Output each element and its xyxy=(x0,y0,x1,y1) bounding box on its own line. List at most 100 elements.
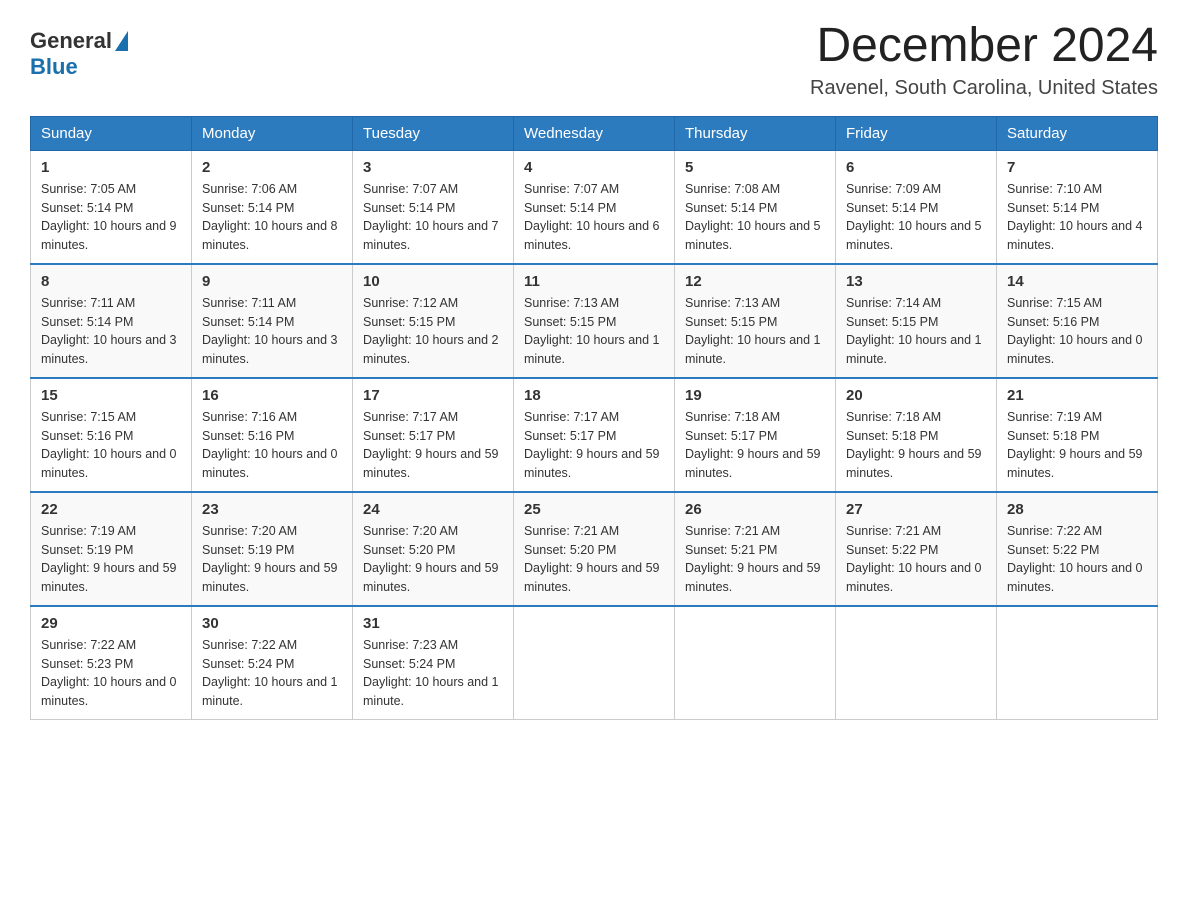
table-row: 22 Sunrise: 7:19 AMSunset: 5:19 PMDaylig… xyxy=(31,492,192,606)
day-number: 31 xyxy=(363,615,503,632)
day-number: 8 xyxy=(41,273,181,290)
day-number: 18 xyxy=(524,387,664,404)
day-number: 22 xyxy=(41,501,181,518)
table-row: 18 Sunrise: 7:17 AMSunset: 5:17 PMDaylig… xyxy=(514,378,675,492)
day-info: Sunrise: 7:07 AMSunset: 5:14 PMDaylight:… xyxy=(524,182,660,252)
day-number: 26 xyxy=(685,501,825,518)
day-info: Sunrise: 7:05 AMSunset: 5:14 PMDaylight:… xyxy=(41,182,177,252)
table-row: 17 Sunrise: 7:17 AMSunset: 5:17 PMDaylig… xyxy=(353,378,514,492)
page-header: General Blue December 2024 Ravenel, Sout… xyxy=(30,20,1158,100)
col-saturday: Saturday xyxy=(997,116,1158,150)
table-row: 23 Sunrise: 7:20 AMSunset: 5:19 PMDaylig… xyxy=(192,492,353,606)
day-info: Sunrise: 7:18 AMSunset: 5:18 PMDaylight:… xyxy=(846,410,982,480)
table-row: 30 Sunrise: 7:22 AMSunset: 5:24 PMDaylig… xyxy=(192,606,353,720)
day-info: Sunrise: 7:22 AMSunset: 5:22 PMDaylight:… xyxy=(1007,524,1143,594)
day-number: 9 xyxy=(202,273,342,290)
day-info: Sunrise: 7:18 AMSunset: 5:17 PMDaylight:… xyxy=(685,410,821,480)
table-row: 12 Sunrise: 7:13 AMSunset: 5:15 PMDaylig… xyxy=(675,264,836,378)
day-info: Sunrise: 7:21 AMSunset: 5:21 PMDaylight:… xyxy=(685,524,821,594)
day-number: 11 xyxy=(524,273,664,290)
table-row: 31 Sunrise: 7:23 AMSunset: 5:24 PMDaylig… xyxy=(353,606,514,720)
day-number: 17 xyxy=(363,387,503,404)
table-row: 21 Sunrise: 7:19 AMSunset: 5:18 PMDaylig… xyxy=(997,378,1158,492)
table-row: 1 Sunrise: 7:05 AMSunset: 5:14 PMDayligh… xyxy=(31,150,192,264)
day-info: Sunrise: 7:17 AMSunset: 5:17 PMDaylight:… xyxy=(363,410,499,480)
day-info: Sunrise: 7:21 AMSunset: 5:20 PMDaylight:… xyxy=(524,524,660,594)
table-row: 29 Sunrise: 7:22 AMSunset: 5:23 PMDaylig… xyxy=(31,606,192,720)
day-number: 14 xyxy=(1007,273,1147,290)
day-info: Sunrise: 7:11 AMSunset: 5:14 PMDaylight:… xyxy=(202,296,338,366)
location-subtitle: Ravenel, South Carolina, United States xyxy=(810,77,1158,100)
col-monday: Monday xyxy=(192,116,353,150)
day-number: 21 xyxy=(1007,387,1147,404)
col-tuesday: Tuesday xyxy=(353,116,514,150)
table-row: 25 Sunrise: 7:21 AMSunset: 5:20 PMDaylig… xyxy=(514,492,675,606)
day-number: 23 xyxy=(202,501,342,518)
calendar-week-row: 22 Sunrise: 7:19 AMSunset: 5:19 PMDaylig… xyxy=(31,492,1158,606)
logo-text-general: General xyxy=(30,28,112,54)
table-row: 6 Sunrise: 7:09 AMSunset: 5:14 PMDayligh… xyxy=(836,150,997,264)
table-row xyxy=(997,606,1158,720)
day-number: 2 xyxy=(202,159,342,176)
day-number: 1 xyxy=(41,159,181,176)
day-info: Sunrise: 7:12 AMSunset: 5:15 PMDaylight:… xyxy=(363,296,499,366)
day-number: 15 xyxy=(41,387,181,404)
day-number: 5 xyxy=(685,159,825,176)
day-number: 3 xyxy=(363,159,503,176)
logo-text-blue: Blue xyxy=(30,54,78,79)
table-row: 14 Sunrise: 7:15 AMSunset: 5:16 PMDaylig… xyxy=(997,264,1158,378)
calendar-week-row: 8 Sunrise: 7:11 AMSunset: 5:14 PMDayligh… xyxy=(31,264,1158,378)
day-number: 28 xyxy=(1007,501,1147,518)
day-info: Sunrise: 7:23 AMSunset: 5:24 PMDaylight:… xyxy=(363,638,499,708)
table-row: 9 Sunrise: 7:11 AMSunset: 5:14 PMDayligh… xyxy=(192,264,353,378)
table-row: 15 Sunrise: 7:15 AMSunset: 5:16 PMDaylig… xyxy=(31,378,192,492)
calendar-week-row: 1 Sunrise: 7:05 AMSunset: 5:14 PMDayligh… xyxy=(31,150,1158,264)
col-thursday: Thursday xyxy=(675,116,836,150)
table-row: 19 Sunrise: 7:18 AMSunset: 5:17 PMDaylig… xyxy=(675,378,836,492)
day-info: Sunrise: 7:08 AMSunset: 5:14 PMDaylight:… xyxy=(685,182,821,252)
calendar-table: Sunday Monday Tuesday Wednesday Thursday… xyxy=(30,116,1158,720)
day-number: 29 xyxy=(41,615,181,632)
day-number: 12 xyxy=(685,273,825,290)
table-row: 3 Sunrise: 7:07 AMSunset: 5:14 PMDayligh… xyxy=(353,150,514,264)
table-row: 27 Sunrise: 7:21 AMSunset: 5:22 PMDaylig… xyxy=(836,492,997,606)
table-row: 13 Sunrise: 7:14 AMSunset: 5:15 PMDaylig… xyxy=(836,264,997,378)
table-row: 11 Sunrise: 7:13 AMSunset: 5:15 PMDaylig… xyxy=(514,264,675,378)
day-number: 27 xyxy=(846,501,986,518)
table-row: 5 Sunrise: 7:08 AMSunset: 5:14 PMDayligh… xyxy=(675,150,836,264)
col-sunday: Sunday xyxy=(31,116,192,150)
day-info: Sunrise: 7:22 AMSunset: 5:24 PMDaylight:… xyxy=(202,638,338,708)
day-info: Sunrise: 7:19 AMSunset: 5:18 PMDaylight:… xyxy=(1007,410,1143,480)
table-row: 4 Sunrise: 7:07 AMSunset: 5:14 PMDayligh… xyxy=(514,150,675,264)
day-number: 13 xyxy=(846,273,986,290)
day-number: 6 xyxy=(846,159,986,176)
table-row xyxy=(675,606,836,720)
day-number: 24 xyxy=(363,501,503,518)
day-info: Sunrise: 7:13 AMSunset: 5:15 PMDaylight:… xyxy=(524,296,660,366)
day-info: Sunrise: 7:19 AMSunset: 5:19 PMDaylight:… xyxy=(41,524,177,594)
calendar-week-row: 15 Sunrise: 7:15 AMSunset: 5:16 PMDaylig… xyxy=(31,378,1158,492)
day-info: Sunrise: 7:20 AMSunset: 5:20 PMDaylight:… xyxy=(363,524,499,594)
table-row: 26 Sunrise: 7:21 AMSunset: 5:21 PMDaylig… xyxy=(675,492,836,606)
day-number: 16 xyxy=(202,387,342,404)
logo: General Blue xyxy=(30,28,128,81)
calendar-header-row: Sunday Monday Tuesday Wednesday Thursday… xyxy=(31,116,1158,150)
day-number: 10 xyxy=(363,273,503,290)
day-info: Sunrise: 7:10 AMSunset: 5:14 PMDaylight:… xyxy=(1007,182,1143,252)
day-number: 30 xyxy=(202,615,342,632)
table-row: 8 Sunrise: 7:11 AMSunset: 5:14 PMDayligh… xyxy=(31,264,192,378)
table-row: 16 Sunrise: 7:16 AMSunset: 5:16 PMDaylig… xyxy=(192,378,353,492)
col-friday: Friday xyxy=(836,116,997,150)
day-info: Sunrise: 7:11 AMSunset: 5:14 PMDaylight:… xyxy=(41,296,177,366)
day-info: Sunrise: 7:15 AMSunset: 5:16 PMDaylight:… xyxy=(1007,296,1143,366)
day-info: Sunrise: 7:09 AMSunset: 5:14 PMDaylight:… xyxy=(846,182,982,252)
day-info: Sunrise: 7:15 AMSunset: 5:16 PMDaylight:… xyxy=(41,410,177,480)
day-info: Sunrise: 7:07 AMSunset: 5:14 PMDaylight:… xyxy=(363,182,499,252)
title-area: December 2024 Ravenel, South Carolina, U… xyxy=(810,20,1158,100)
day-info: Sunrise: 7:16 AMSunset: 5:16 PMDaylight:… xyxy=(202,410,338,480)
table-row xyxy=(836,606,997,720)
day-info: Sunrise: 7:17 AMSunset: 5:17 PMDaylight:… xyxy=(524,410,660,480)
day-info: Sunrise: 7:06 AMSunset: 5:14 PMDaylight:… xyxy=(202,182,338,252)
table-row: 24 Sunrise: 7:20 AMSunset: 5:20 PMDaylig… xyxy=(353,492,514,606)
table-row: 20 Sunrise: 7:18 AMSunset: 5:18 PMDaylig… xyxy=(836,378,997,492)
